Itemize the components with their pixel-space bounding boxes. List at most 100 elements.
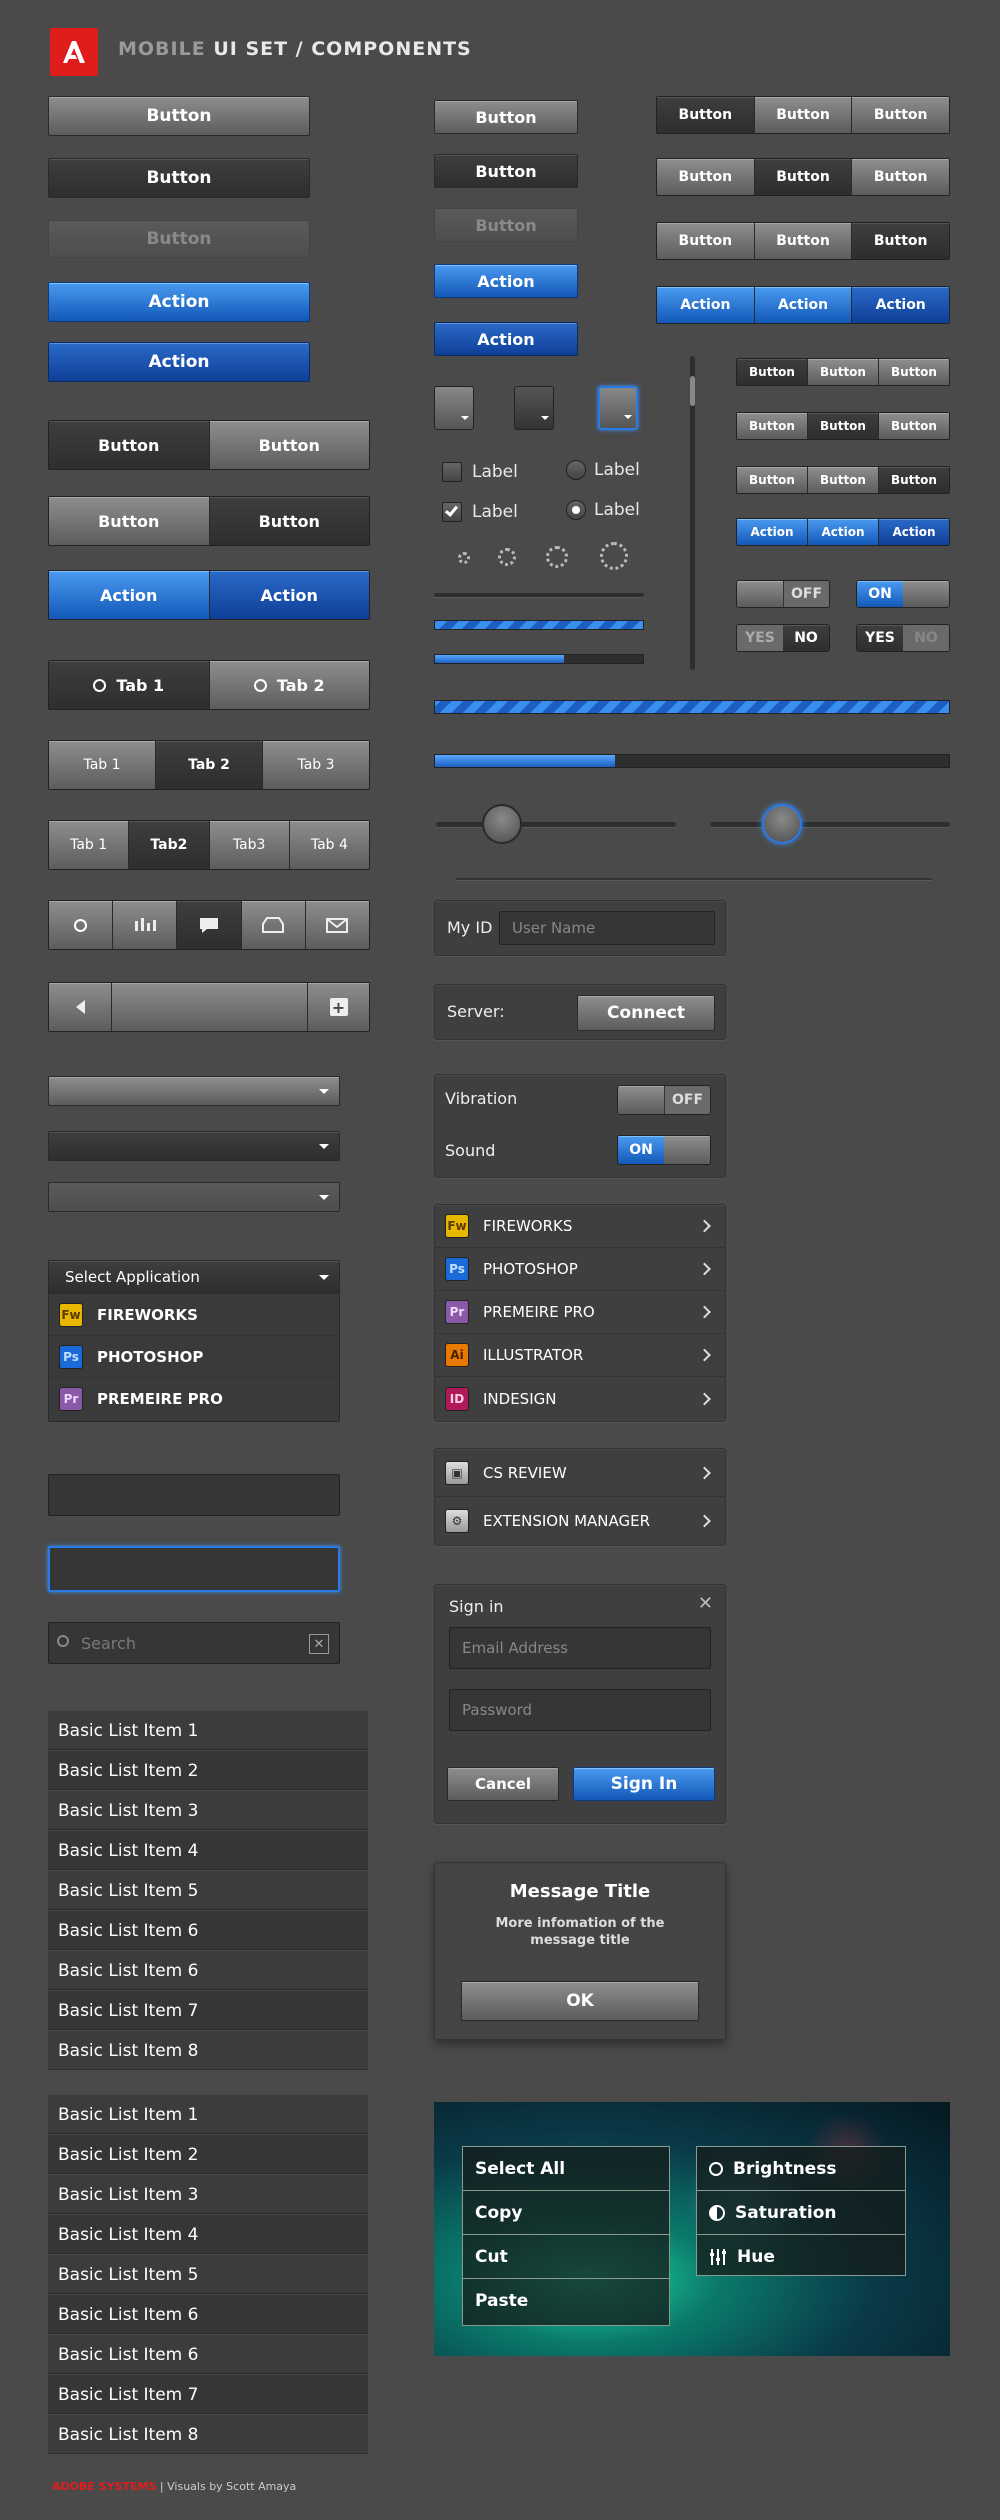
button-default[interactable]: Button — [48, 96, 310, 136]
password-field[interactable]: Password — [449, 1689, 711, 1731]
segment-button[interactable]: Button — [49, 497, 209, 545]
tab-1[interactable]: Tab 1 — [49, 821, 129, 869]
brightness-item[interactable]: Brightness — [697, 2147, 905, 2191]
select-all-item[interactable]: Select All — [463, 2147, 669, 2191]
cut-item[interactable]: Cut — [463, 2235, 669, 2279]
app-item-illustrator[interactable]: Ai ILLUSTRATOR — [435, 1334, 725, 1377]
extension-manager-item[interactable]: ⚙ EXTENSION MANAGER — [435, 1497, 725, 1545]
segment-button[interactable]: Button — [878, 413, 949, 439]
text-field[interactable] — [48, 1474, 340, 1516]
list-item[interactable]: Basic List Item 7 — [48, 2374, 368, 2414]
button-disabled[interactable]: Button — [48, 220, 310, 258]
dropdown-light[interactable] — [48, 1076, 340, 1106]
email-field[interactable]: Email Address — [449, 1627, 711, 1669]
text-field-focused[interactable] — [48, 1546, 340, 1592]
segment-button[interactable]: Button — [851, 159, 949, 195]
copy-item[interactable]: Copy — [463, 2191, 669, 2235]
button-disabled[interactable]: Button — [434, 208, 578, 242]
cancel-button[interactable]: Cancel — [447, 1767, 559, 1801]
list-item[interactable]: Basic List Item 4 — [48, 2214, 368, 2254]
segment-button[interactable]: Button — [657, 97, 754, 133]
checkbox[interactable] — [442, 462, 462, 482]
sign-in-button[interactable]: Sign In — [573, 1767, 715, 1801]
list-item[interactable]: Basic List Item 6 — [48, 2334, 368, 2374]
button-dark[interactable]: Button — [434, 154, 578, 188]
slider-knob[interactable] — [482, 804, 522, 844]
tab-3[interactable]: Tab3 — [208, 821, 289, 869]
search-input[interactable]: Search ✕ — [48, 1622, 340, 1664]
cs-review-item[interactable]: ▣ CS REVIEW — [435, 1449, 725, 1497]
segment-button[interactable]: Button — [878, 359, 949, 385]
segment-action[interactable]: Action — [753, 287, 852, 323]
back-button[interactable] — [49, 983, 111, 1031]
list-item[interactable]: Basic List Item 6 — [48, 1910, 368, 1950]
list-item[interactable]: Basic List Item 1 — [48, 2094, 368, 2134]
list-item[interactable]: Basic List Item 5 — [48, 1870, 368, 1910]
tab-3[interactable]: Tab 3 — [262, 741, 369, 789]
hue-item[interactable]: Hue — [697, 2235, 905, 2279]
tab-2[interactable]: Tab 2 — [208, 661, 369, 709]
slider-track[interactable] — [436, 822, 676, 827]
tab-1[interactable]: Tab 1 — [49, 661, 209, 709]
list-item[interactable]: Basic List Item 4 — [48, 1830, 368, 1870]
segment-button[interactable]: Button — [49, 421, 209, 469]
list-item[interactable]: Basic List Item 3 — [48, 2174, 368, 2214]
dropdown-square-focused[interactable] — [598, 386, 638, 430]
button-default[interactable]: Button — [434, 100, 578, 134]
segment-button[interactable]: Button — [851, 223, 949, 259]
tab-settings[interactable] — [49, 901, 113, 949]
segment-button[interactable]: Button — [851, 97, 949, 133]
sound-toggle[interactable]: ON — [617, 1135, 711, 1165]
clear-icon[interactable]: ✕ — [309, 1634, 329, 1654]
toggle-on[interactable]: ON — [856, 580, 950, 608]
segment-button[interactable]: Button — [807, 467, 878, 493]
username-input[interactable]: User Name — [499, 911, 715, 945]
list-item[interactable]: Basic List Item 3 — [48, 1790, 368, 1830]
radio-button[interactable] — [566, 460, 586, 480]
segment-button[interactable]: Button — [737, 467, 807, 493]
tab-4[interactable]: Tab 4 — [288, 821, 369, 869]
tab-2[interactable]: Tab 2 — [155, 741, 262, 789]
button-dark[interactable]: Button — [48, 158, 310, 198]
saturation-item[interactable]: Saturation — [697, 2191, 905, 2235]
tab-chat[interactable] — [176, 901, 241, 949]
vibration-toggle[interactable]: OFF — [617, 1085, 711, 1115]
yes-no-toggle[interactable]: YES NO — [736, 624, 830, 652]
list-item[interactable]: Basic List Item 2 — [48, 2134, 368, 2174]
list-item[interactable]: Basic List Item 8 — [48, 2414, 368, 2454]
tab-1[interactable]: Tab 1 — [49, 741, 155, 789]
tab-2[interactable]: Tab2 — [128, 821, 209, 869]
segment-action[interactable]: Action — [807, 519, 878, 545]
segment-action[interactable]: Action — [208, 571, 369, 619]
segment-button[interactable]: Button — [657, 223, 754, 259]
segment-button[interactable]: Button — [807, 413, 878, 439]
toggle-off[interactable]: OFF — [736, 580, 830, 608]
add-button[interactable]: + — [307, 983, 369, 1031]
list-item[interactable]: Basic List Item 6 — [48, 2294, 368, 2334]
close-icon[interactable]: ✕ — [698, 1593, 713, 1614]
segment-action[interactable]: Action — [657, 287, 754, 323]
segment-button[interactable]: Button — [753, 159, 852, 195]
action-button[interactable]: Action — [48, 282, 310, 322]
select-application-dropdown[interactable]: Select Application — [48, 1260, 340, 1294]
segment-action[interactable]: Action — [851, 287, 949, 323]
list-item[interactable]: Basic List Item 6 — [48, 1950, 368, 1990]
segment-action[interactable]: Action — [878, 519, 949, 545]
tab-equalizer[interactable] — [112, 901, 177, 949]
app-item-premiere[interactable]: Pr PREMEIRE PRO — [435, 1291, 725, 1334]
segment-button[interactable]: Button — [753, 223, 852, 259]
tab-mail[interactable] — [304, 901, 369, 949]
dropdown-disabled[interactable] — [48, 1182, 340, 1212]
segment-button[interactable]: Button — [878, 467, 949, 493]
yes-no-toggle[interactable]: YES NO — [856, 624, 950, 652]
app-item-premiere[interactable]: Pr PREMEIRE PRO — [49, 1378, 339, 1420]
segment-button[interactable]: Button — [208, 497, 369, 545]
app-item-fireworks[interactable]: Fw FIREWORKS — [435, 1205, 725, 1248]
app-item-indesign[interactable]: ID INDESIGN — [435, 1377, 725, 1420]
action-button-dark[interactable]: Action — [48, 342, 310, 382]
list-item[interactable]: Basic List Item 5 — [48, 2254, 368, 2294]
list-item[interactable]: Basic List Item 7 — [48, 1990, 368, 2030]
connect-button[interactable]: Connect — [577, 995, 715, 1031]
dropdown-dark[interactable] — [48, 1131, 340, 1161]
segment-button[interactable]: Button — [807, 359, 878, 385]
